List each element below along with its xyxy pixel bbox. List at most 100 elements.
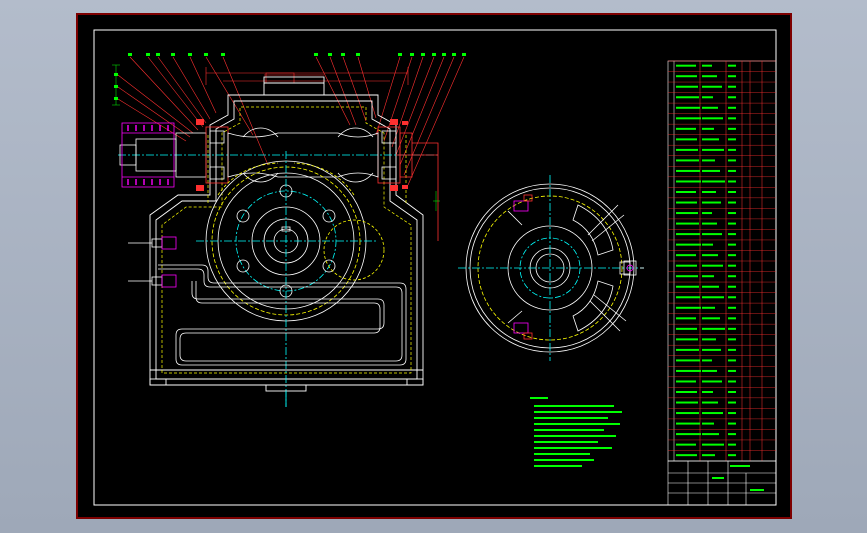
parts-list-qty-mark (728, 75, 736, 78)
parts-list-code-mark (676, 285, 699, 288)
parts-list-name-mark (702, 106, 718, 109)
parts-list-code-mark (676, 254, 696, 257)
parts-list-qty-mark (728, 348, 736, 351)
parts-list-code-mark (676, 117, 701, 120)
parts-list-code-mark (676, 412, 699, 415)
parts-list-code-mark (676, 148, 698, 151)
parts-list-qty-mark (728, 85, 736, 88)
parts-list-qty-mark (728, 327, 736, 330)
parts-list-name-mark (702, 317, 720, 320)
parts-list-qty-mark (728, 338, 736, 341)
parts-list-qty-mark (728, 412, 736, 415)
coil-fittings (128, 236, 177, 288)
parts-list-name-mark (702, 380, 722, 383)
parts-list-code-mark (676, 64, 696, 67)
parts-list-name-mark (702, 212, 712, 215)
parts-list-table (667, 60, 777, 462)
parts-list-name-mark (702, 306, 715, 309)
parts-list-qty-mark (728, 127, 736, 130)
parts-list-name-mark (702, 85, 722, 88)
parts-list-code-mark (676, 180, 701, 183)
parts-list-qty-mark (728, 285, 736, 288)
parts-list-qty-mark (728, 443, 736, 446)
parts-list-code-mark (676, 401, 698, 404)
parts-list-name-mark (702, 285, 719, 288)
parts-list-code-mark (676, 317, 696, 320)
parts-list-name-mark (702, 433, 719, 436)
parts-list-qty-mark (728, 254, 736, 257)
parts-list-name-mark (702, 275, 714, 278)
parts-list-name-mark (702, 201, 721, 204)
parts-list-name-mark (702, 169, 720, 172)
parts-list-qty-mark (728, 264, 736, 267)
parts-list-name-mark (702, 443, 724, 446)
parts-list-code-mark (676, 222, 699, 225)
parts-list-name-mark (702, 138, 719, 141)
parts-list-qty-mark (728, 233, 736, 236)
parts-list-name-mark (702, 180, 725, 183)
parts-list-qty-mark (728, 191, 736, 193)
parts-list-code-mark (676, 327, 697, 330)
parts-list-name-mark (702, 359, 712, 362)
parts-list-qty-mark (728, 422, 736, 425)
parts-list-name-mark (702, 222, 717, 225)
parts-list-qty-mark (728, 180, 736, 183)
parts-list-name-mark (702, 296, 724, 299)
parts-list-code-mark (676, 191, 696, 193)
parts-list-name-mark (702, 191, 716, 193)
parts-list-code-mark (676, 306, 701, 309)
drawing-canvas (93, 29, 777, 506)
parts-list-qty-mark (728, 306, 736, 309)
parts-list-code-mark (676, 296, 700, 299)
parts-list-code-mark (676, 233, 700, 236)
parts-list-code-mark (676, 212, 698, 215)
technical-notes-block (530, 397, 622, 467)
parts-list-code-mark (676, 338, 698, 341)
parts-list-name-mark (702, 254, 718, 257)
parts-list-name-mark (702, 117, 723, 120)
parts-list-code-mark (676, 264, 697, 267)
parts-list-name-mark (702, 148, 724, 151)
parts-list-code-mark (676, 106, 700, 109)
parts-list-qty-mark (728, 401, 736, 404)
parts-list-code-mark (676, 454, 697, 457)
parts-list-code-mark (676, 138, 697, 141)
cad-viewport[interactable] (0, 0, 867, 533)
parts-list-code-mark (676, 243, 701, 246)
title-block (667, 460, 777, 506)
front-section-view (112, 53, 466, 407)
parts-list-code-mark (676, 433, 701, 436)
parts-list-qty-mark (728, 380, 736, 383)
parts-list-code-mark (676, 75, 697, 78)
parts-list-qty-mark (728, 201, 736, 204)
parts-list-qty-mark (728, 159, 736, 162)
parts-list-qty-mark (728, 222, 736, 225)
parts-list-code-mark (676, 391, 697, 393)
parts-list-qty-mark (728, 148, 736, 151)
base-feet (149, 378, 424, 407)
parts-list-code-mark (676, 201, 697, 204)
parts-list-name-mark (702, 264, 723, 267)
parts-list-code-mark (676, 169, 700, 172)
parts-list-qty-mark (728, 106, 736, 109)
parts-list-code-mark (676, 127, 696, 130)
parts-list-code-mark (676, 348, 699, 351)
parts-list-qty-mark (728, 433, 736, 436)
parts-list-name-mark (702, 348, 721, 351)
parts-list-qty-mark (728, 96, 736, 99)
parts-list-qty-mark (728, 391, 736, 393)
parts-list-code-mark (676, 275, 698, 278)
parts-list-name-mark (702, 454, 715, 457)
top-dimensions (205, 67, 409, 85)
parts-list-code-mark (676, 380, 696, 383)
parts-list-qty-mark (728, 212, 736, 215)
parts-list-code-mark (676, 85, 698, 88)
parts-list-name-mark (702, 96, 713, 99)
parts-list-code-mark (676, 96, 699, 99)
drawing-sheet (76, 13, 792, 519)
parts-list-qty-mark (728, 275, 736, 278)
parts-list-name-mark (702, 401, 718, 404)
parts-list-name-mark (702, 338, 716, 341)
parts-list-qty-mark (728, 117, 736, 120)
parts-list-name-mark (702, 75, 717, 78)
